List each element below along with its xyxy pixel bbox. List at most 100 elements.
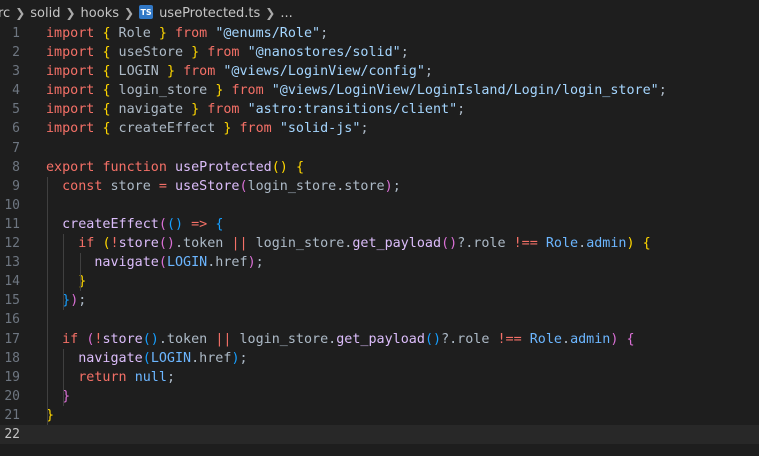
code-token: from <box>231 83 264 99</box>
code-line[interactable]: 17 if (!store().token || login_store.get… <box>0 330 759 349</box>
code-token: "@nanostores/solid" <box>247 45 401 61</box>
code-token: store <box>118 236 159 252</box>
code-text: navigate(LOGIN.href); <box>46 349 247 368</box>
code-token: ; <box>424 64 433 80</box>
code-token: import <box>46 64 95 80</box>
code-token: ! <box>110 236 119 252</box>
code-token: () <box>271 159 288 175</box>
code-token: "@enums/Role" <box>215 26 321 41</box>
code-token: import <box>46 26 95 41</box>
code-token: ( <box>142 350 151 366</box>
code-line[interactable]: 12 if (!store().token || login_store.get… <box>0 234 759 253</box>
code-line[interactable]: 6 import { createEffect } from "solid-js"… <box>0 119 759 138</box>
code-token: get_payload <box>336 331 425 347</box>
breadcrumb-item-file[interactable]: useProtected.ts <box>159 6 260 21</box>
code-token: navigate <box>94 255 159 271</box>
code-line[interactable]: 4 import { login_store } from "@views/Log… <box>0 81 759 100</box>
indent-guide <box>63 348 64 406</box>
line-number: 22 <box>4 426 20 442</box>
code-token: import <box>46 45 95 61</box>
code-line[interactable]: 11 createEffect(() => { <box>0 215 759 234</box>
code-token: . <box>578 236 587 252</box>
code-line[interactable]: 19 return null; <box>0 368 759 387</box>
code-token: ; <box>255 255 264 271</box>
code-token: login_store.store <box>247 178 385 194</box>
code-area[interactable]: 1 import { Role } from "@enums/Role"; 2 imp… <box>0 24 759 445</box>
code-token: createEffect <box>110 121 224 137</box>
code-token: ; <box>78 293 87 309</box>
code-text: navigate(LOGIN.href); <box>46 253 264 272</box>
code-line[interactable]: 5 import { navigate } from "astro:transit… <box>0 100 759 119</box>
code-token: import <box>46 121 95 137</box>
code-token: { <box>102 102 111 118</box>
code-token: get_payload <box>352 236 442 252</box>
code-token: ; <box>392 178 401 194</box>
code-line[interactable]: 15 }); <box>0 291 759 310</box>
chevron-right-icon: ❯ <box>265 6 276 20</box>
code-token: = <box>158 178 167 194</box>
code-text: }); <box>46 291 86 310</box>
code-token: () <box>441 236 458 252</box>
code-token: ) <box>384 178 393 194</box>
code-token: ?.role <box>441 331 498 347</box>
breadcrumb-item-src[interactable]: rc <box>0 6 10 21</box>
indent-guide <box>63 234 64 311</box>
code-token: { <box>102 83 111 99</box>
code-token: LOGIN <box>166 255 208 271</box>
chevron-right-icon: ❯ <box>65 6 76 20</box>
code-token: import <box>46 83 95 99</box>
line-number: 16 <box>4 312 20 328</box>
breadcrumb-item-solid[interactable]: solid <box>30 6 60 21</box>
code-token: () <box>424 331 442 347</box>
code-token: () <box>158 236 175 252</box>
breadcrumb-item-hooks[interactable]: hooks <box>81 6 119 21</box>
code-text: createEffect(() => { <box>46 215 223 234</box>
line-number: 8 <box>12 159 20 175</box>
code-line[interactable]: 16 <box>0 310 759 329</box>
code-token: ?.role <box>457 236 514 252</box>
code-token: { <box>102 45 111 61</box>
code-line[interactable]: 1 import { Role } from "@enums/Role"; <box>0 24 759 43</box>
code-text: } <box>46 387 70 406</box>
code-token: admin <box>570 331 611 347</box>
line-number: 18 <box>4 350 20 366</box>
code-line[interactable]: 3 import { LOGIN } from "@views/LoginView… <box>0 62 759 81</box>
line-number: 13 <box>4 255 20 271</box>
code-editor[interactable]: rc ❯ solid ❯ hooks ❯ TS useProtected.ts … <box>0 0 759 456</box>
code-line[interactable]: 13 navigate(LOGIN.href); <box>0 253 759 272</box>
code-token: admin <box>586 236 627 252</box>
code-line[interactable]: 2 import { useStore } from "@nanostores/s… <box>0 43 759 62</box>
line-number: 3 <box>12 64 20 80</box>
code-line[interactable]: 10 <box>0 196 759 215</box>
code-text: import { LOGIN } from "@views/LoginView/… <box>46 62 433 81</box>
code-token: if <box>78 236 95 252</box>
code-text: import { navigate } from "astro:transiti… <box>46 100 465 119</box>
code-token: ; <box>360 121 369 137</box>
code-line[interactable]: 22 <box>0 424 759 445</box>
breadcrumb-item-symbols[interactable]: ... <box>280 6 292 21</box>
code-token: ; <box>658 83 667 99</box>
code-line[interactable]: 8 export function useProtected() { <box>0 158 759 177</box>
code-text: import { login_store } from "@views/Logi… <box>46 81 667 100</box>
code-line[interactable]: 21} <box>0 406 759 425</box>
code-text: import { useStore } from "@nanostores/so… <box>46 43 409 62</box>
code-line[interactable]: 9 const store = useStore(login_store.sto… <box>0 177 759 196</box>
code-token: if <box>62 331 79 347</box>
code-line[interactable]: 14 } <box>0 272 759 291</box>
code-token: from <box>183 64 216 80</box>
code-line[interactable]: 20 } <box>0 387 759 406</box>
code-text: import { createEffect } from "solid-js"; <box>46 119 369 138</box>
code-token: from <box>207 102 240 118</box>
code-line[interactable]: 18 navigate(LOGIN.href); <box>0 349 759 368</box>
code-line[interactable]: 7 <box>0 139 759 158</box>
code-token: !== <box>513 236 538 252</box>
code-token: function <box>102 159 167 175</box>
code-token: ) <box>231 350 240 366</box>
